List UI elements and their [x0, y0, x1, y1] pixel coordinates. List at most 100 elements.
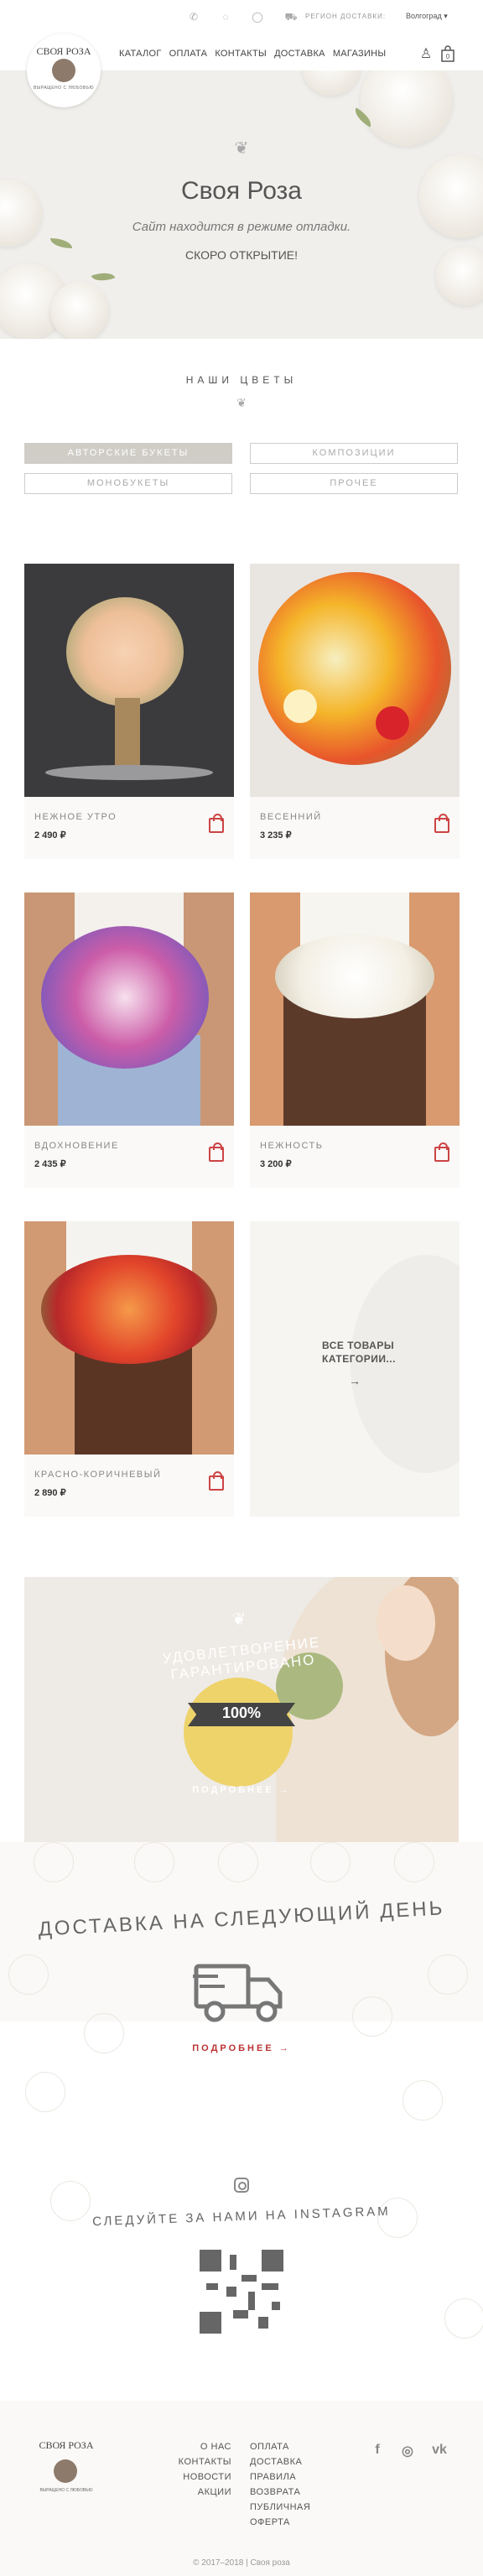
whatsapp-icon[interactable]: ◯ [252, 11, 263, 23]
guarantee-more-link[interactable]: ПОДРОБНЕЕ → [24, 1785, 459, 1795]
instagram-qr-code[interactable] [200, 2250, 283, 2334]
pattern-rose [394, 1842, 434, 1882]
product-name: НЕЖНОСТЬ [260, 1141, 324, 1151]
footer-logo-portrait [54, 2459, 77, 2483]
copyright: © 2017–2018 | Своя роза [193, 2558, 290, 2568]
logo-tagline: ВЫРАЩЕНО С ЛЮБОВЬЮ [33, 86, 95, 91]
product-price: 3 235 ₽ [260, 830, 292, 840]
hero-title: Своя Роза [180, 177, 302, 205]
delivery-truck-icon [193, 1964, 283, 2022]
product-name: НЕЖНОЕ УТРО [34, 812, 117, 822]
guarantee-banner[interactable]: ❦ УДОВЛЕТВОРЕНИЕ ГАРАНТИРОВАНО 100% ПОДР… [24, 1577, 459, 1842]
viber-icon[interactable]: ◌ [220, 11, 231, 23]
leaf-decoration [50, 238, 72, 248]
product-photo[interactable] [24, 892, 234, 1126]
cart-count: 0 [446, 53, 450, 60]
pattern-rose [352, 1996, 392, 2037]
user-icon[interactable]: ♙ [418, 45, 434, 64]
rose-small-icon: ❦ [236, 396, 247, 409]
vk-icon[interactable]: vk [428, 2443, 451, 2459]
product-card[interactable]: КРАСНО-КОРИЧНЕВЫЙ 2 890 ₽ [24, 1221, 234, 1517]
hero-subtitle: Сайт находится в режиме отладки. [132, 220, 351, 234]
hero-banner: ❦ Своя Роза Сайт находится в режиме отла… [0, 70, 483, 339]
rose-logo-icon: ❦ [234, 139, 249, 158]
filter-author-bouquets[interactable]: АВТОРСКИЕ БУКЕТЫ [24, 443, 232, 464]
footer-logo-tagline: ВЫРАЩЕНО С ЛЮБОВЬЮ [39, 2488, 93, 2493]
add-to-cart-icon[interactable] [434, 814, 449, 833]
leaf-decoration [91, 268, 116, 286]
rose-decoration [361, 70, 453, 146]
footer-link-return-rules-2[interactable]: ВОЗВРАТА [250, 2485, 334, 2500]
truck-icon: ⛟ [284, 11, 298, 23]
product-price: 2 890 ₽ [34, 1488, 66, 1498]
product-card[interactable]: ВДОХНОВЕНИЕ 2 435 ₽ [24, 892, 234, 1188]
phone-icon[interactable]: ✆ [188, 11, 200, 23]
footer-logo[interactable]: СВОЯ РОЗА ВЫРАЩЕНО С ЛЮБОВЬЮ [29, 2434, 104, 2510]
pattern-rose [34, 1842, 74, 1882]
add-to-cart-icon[interactable] [209, 814, 224, 833]
delivery-more-link[interactable]: ПОДРОБНЕЕ → [0, 2043, 483, 2053]
product-name: КРАСНО-КОРИЧНЕВЫЙ [34, 1470, 162, 1480]
footer-link-promotions[interactable]: АКЦИИ [171, 2485, 231, 2500]
add-to-cart-icon[interactable] [209, 1142, 224, 1162]
filter-monobouquets[interactable]: МОНОБУКЕТЫ [24, 473, 232, 494]
footer-link-payment[interactable]: ОПЛАТА [250, 2439, 334, 2454]
pattern-rose [8, 1954, 49, 1995]
rose-decoration [302, 70, 361, 96]
footer-link-about[interactable]: О НАС [171, 2439, 231, 2454]
product-photo[interactable] [24, 1221, 234, 1455]
instagram-icon[interactable] [234, 2178, 249, 2193]
instagram-section [0, 2072, 483, 2401]
logo-portrait [52, 59, 75, 82]
all-products-line2: КАТЕГОРИИ... [322, 1353, 396, 1365]
product-card[interactable]: НЕЖНОСТЬ 3 200 ₽ [250, 892, 460, 1188]
rose-logo-icon: ❦ [231, 1611, 247, 1629]
site-logo[interactable]: СВОЯ РОЗА ВЫРАЩЕНО С ЛЮБОВЬЮ [27, 34, 101, 107]
logo-name: СВОЯ РОЗА [36, 45, 91, 57]
footer-links-right: ОПЛАТА ДОСТАВКА ПРАВИЛА ВОЗВРАТА ПУБЛИЧН… [250, 2439, 334, 2530]
pattern-rose [25, 2072, 65, 2112]
nav-contacts[interactable]: КОНТАКТЫ [215, 49, 267, 62]
pattern-rose [218, 1842, 258, 1882]
footer-links-left: О НАС КОНТАКТЫ НОВОСТИ АКЦИИ [171, 2439, 231, 2500]
product-price: 2 435 ₽ [34, 1159, 66, 1169]
region-select[interactable]: Волгоград ▾ [406, 12, 448, 21]
footer-link-contacts[interactable]: КОНТАКТЫ [171, 2454, 231, 2469]
pattern-rose [428, 1954, 468, 1995]
pattern-rose [444, 2298, 483, 2339]
product-photo[interactable] [250, 892, 460, 1126]
pattern-rose [134, 1842, 174, 1882]
region-label: РЕГИОН ДОСТАВКИ: [305, 13, 387, 20]
product-card[interactable]: НЕЖНОЕ УТРО 2 490 ₽ [24, 564, 234, 859]
facebook-icon[interactable]: f [369, 2443, 386, 2459]
product-price: 2 490 ₽ [34, 830, 66, 840]
product-photo[interactable] [250, 564, 460, 797]
footer-link-return-rules[interactable]: ПРАВИЛА [250, 2469, 334, 2485]
product-price: 3 200 ₽ [260, 1159, 292, 1169]
product-card[interactable]: ВЕСЕННИЙ 3 235 ₽ [250, 564, 460, 859]
footer-link-news[interactable]: НОВОСТИ [171, 2469, 231, 2485]
product-name: ВДОХНОВЕНИЕ [34, 1141, 119, 1151]
footer-link-offer-2[interactable]: ОФЕРТА [250, 2515, 334, 2530]
nav-catalog[interactable]: КАТАЛОГ [119, 49, 162, 62]
main-nav: КАТАЛОГ ОПЛАТА КОНТАКТЫ ДОСТАВКА МАГАЗИН… [119, 49, 393, 62]
guarantee-percent: 100% [221, 1704, 262, 1721]
cart-icon[interactable]: 0 [439, 45, 456, 64]
product-photo[interactable] [24, 564, 234, 797]
all-products-card[interactable]: ВСЕ ТОВАРЫ КАТЕГОРИИ... → [250, 1221, 460, 1517]
arrow-right-icon[interactable]: → [349, 1374, 361, 1387]
add-to-cart-icon[interactable] [434, 1142, 449, 1162]
all-products-label: ВСЕ ТОВАРЫ КАТЕГОРИИ... [322, 1339, 396, 1366]
nav-shops[interactable]: МАГАЗИНЫ [333, 49, 387, 62]
top-bar: ✆ ◌ ◯ ⛟ РЕГИОН ДОСТАВКИ: Волгоград ▾ [0, 0, 483, 34]
footer-link-delivery[interactable]: ДОСТАВКА [250, 2454, 334, 2469]
hero-coming-soon: СКОРО ОТКРЫТИЕ! [185, 248, 298, 262]
nav-delivery[interactable]: ДОСТАВКА [274, 49, 325, 62]
instagram-footer-icon[interactable]: ◎ [399, 2443, 416, 2459]
footer-link-offer[interactable]: ПУБЛИЧНАЯ [250, 2500, 334, 2515]
add-to-cart-icon[interactable] [209, 1471, 224, 1491]
nav-payment[interactable]: ОПЛАТА [169, 49, 208, 62]
filter-other[interactable]: ПРОЧЕЕ [250, 473, 458, 494]
footer-logo-name: СВОЯ РОЗА [39, 2439, 94, 2451]
filter-compositions[interactable]: КОМПОЗИЦИИ [250, 443, 458, 464]
